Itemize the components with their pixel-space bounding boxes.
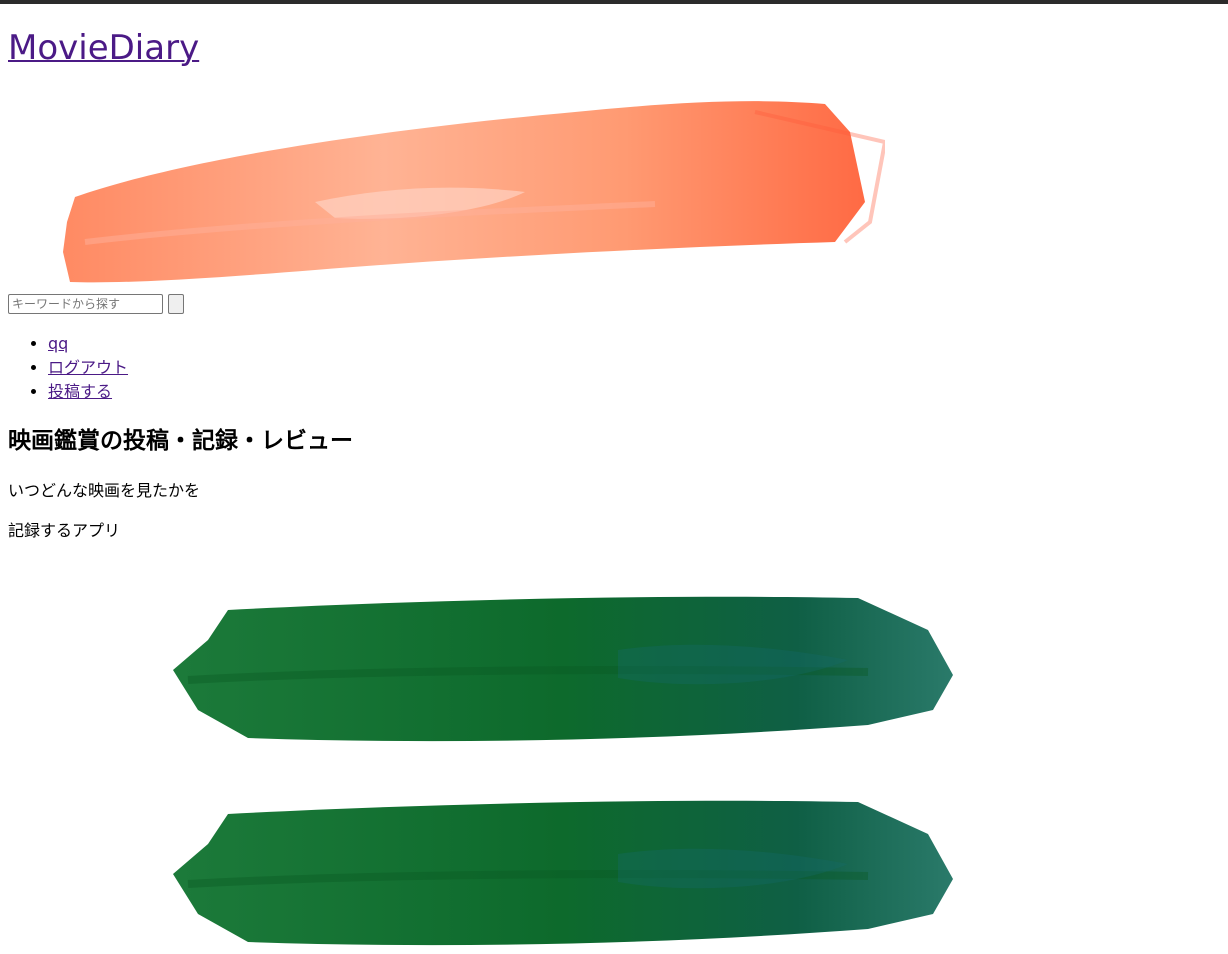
site-title: MovieDiary bbox=[8, 26, 199, 70]
hero-title: 映画鑑賞の投稿・記録・レビュー bbox=[8, 428, 353, 454]
nav-item-logout: ログアウト bbox=[48, 356, 128, 380]
nav-item-post: 投稿する bbox=[48, 380, 128, 404]
hero-description-line-2: 記録するアプリ bbox=[8, 521, 121, 540]
nav-link-logout[interactable]: ログアウト bbox=[48, 358, 128, 377]
nav-item-user: qq bbox=[48, 332, 128, 356]
green-brush-stroke-image-1 bbox=[173, 596, 953, 742]
search-form bbox=[8, 294, 184, 314]
top-border-bar bbox=[0, 0, 1228, 4]
search-input[interactable] bbox=[8, 294, 163, 314]
nav-link-post[interactable]: 投稿する bbox=[48, 382, 112, 401]
nav-link-user[interactable]: qq bbox=[48, 334, 68, 353]
user-nav: qq ログアウト 投稿する bbox=[8, 332, 128, 404]
hero-description-line-1: いつどんな映画を見たかを bbox=[8, 481, 201, 500]
orange-brush-stroke-image bbox=[63, 101, 885, 283]
search-button[interactable] bbox=[168, 294, 184, 314]
site-title-link[interactable]: MovieDiary bbox=[8, 28, 199, 68]
green-brush-stroke-image-2 bbox=[173, 800, 953, 946]
